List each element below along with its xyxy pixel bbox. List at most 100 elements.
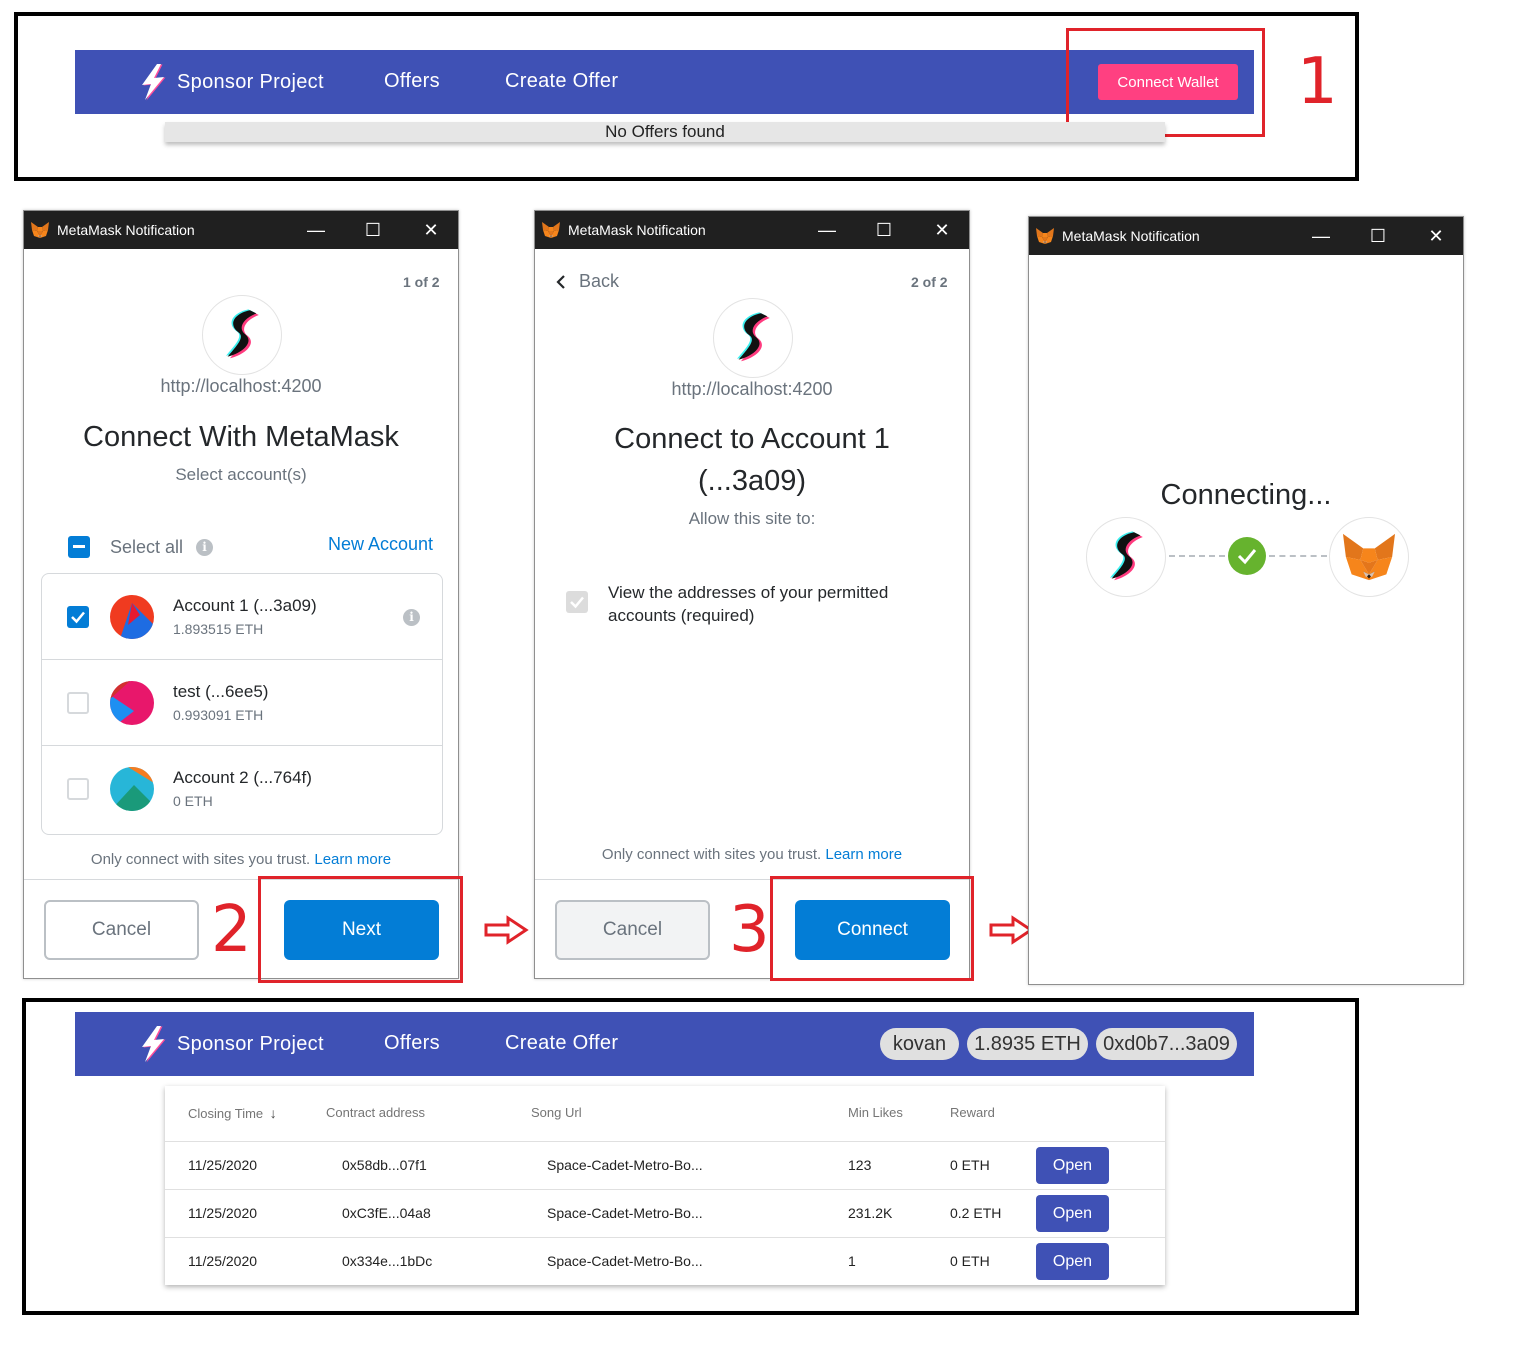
close-icon[interactable]: ✕ — [411, 211, 451, 249]
bolt-logo-icon — [137, 63, 169, 101]
metamask-logo — [1329, 517, 1409, 597]
account-avatar — [110, 595, 154, 639]
permission-line-1: View the addresses of your permitted — [608, 583, 889, 602]
account-info-icon[interactable]: i — [403, 609, 420, 626]
metamask-window-select-accounts: MetaMask Notification — ☐ ✕ 1 of 2 http:… — [23, 210, 459, 979]
account-balance: 0 ETH — [173, 793, 213, 809]
brand[interactable]: Sponsor Project — [137, 1025, 324, 1063]
account-checkbox[interactable] — [67, 606, 89, 628]
chevron-left-icon — [556, 274, 565, 289]
metamask-window-connecting: MetaMask Notification — ☐ ✕ Connecting..… — [1028, 216, 1464, 985]
cell-song-url: Space-Cadet-Metro-Bo... — [547, 1157, 703, 1173]
nav-create-offer[interactable]: Create Offer — [505, 1032, 618, 1055]
cell-min-likes: 1 — [848, 1253, 856, 1269]
column-header-contract-address[interactable]: Contract address — [326, 1105, 425, 1120]
cancel-button[interactable]: Cancel — [555, 900, 710, 960]
open-offer-button[interactable]: Open — [1036, 1243, 1109, 1280]
metamask-fox-icon — [1035, 227, 1055, 245]
account-name: test (...6ee5) — [173, 682, 269, 701]
minimize-icon[interactable]: — — [296, 211, 336, 249]
bolt-logo-icon — [137, 1025, 169, 1063]
minimize-icon[interactable]: — — [1301, 217, 1341, 255]
maximize-icon[interactable]: ☐ — [864, 211, 904, 249]
column-header-label: Closing Time — [188, 1106, 264, 1121]
connecting-heading: Connecting... — [1160, 479, 1332, 511]
open-offer-button[interactable]: Open — [1036, 1195, 1109, 1232]
step-1-number: 1 — [1297, 45, 1338, 119]
step-1-highlight — [1066, 28, 1265, 137]
cell-song-url: Space-Cadet-Metro-Bo... — [547, 1253, 703, 1269]
account-balance: 0.993091 ETH — [173, 707, 264, 723]
column-header-song-url[interactable]: Song Url — [531, 1105, 582, 1120]
column-header-closing-time[interactable]: Closing Time ↓ — [188, 1105, 277, 1121]
cell-closing-time: 11/25/2020 — [188, 1205, 258, 1221]
cell-closing-time: 11/25/2020 — [188, 1157, 258, 1173]
dialog-heading: Connect With MetaMask — [83, 421, 399, 453]
cell-contract-address: 0xC3fE...04a8 — [342, 1205, 431, 1221]
back-button[interactable]: Back — [555, 271, 619, 292]
site-logo — [713, 298, 793, 378]
permission-checkbox — [566, 591, 588, 613]
maximize-icon[interactable]: ☐ — [1358, 217, 1398, 255]
site-logo — [1086, 517, 1166, 597]
cell-min-likes: 123 — [848, 1157, 872, 1173]
cell-reward: 0 ETH — [950, 1157, 990, 1173]
column-header-reward[interactable]: Reward — [950, 1105, 995, 1120]
page-counter: 2 of 2 — [911, 274, 948, 290]
bolt-logo-icon — [729, 309, 777, 367]
site-origin: http://localhost:4200 — [160, 376, 322, 396]
open-offer-button[interactable]: Open — [1036, 1147, 1109, 1184]
window-title: MetaMask Notification — [57, 222, 195, 238]
brand[interactable]: Sponsor Project — [137, 63, 324, 101]
brand-label: Sponsor Project — [177, 1032, 324, 1055]
select-all-checkbox[interactable] — [68, 536, 90, 558]
metamask-fox-icon — [1340, 531, 1398, 583]
account-name: Account 2 (...764f) — [173, 768, 312, 787]
close-icon[interactable]: ✕ — [1416, 217, 1456, 255]
table-row: 11/25/2020 0x58db...07f1 Space-Cadet-Met… — [165, 1142, 1165, 1190]
trust-note-text: Only connect with sites you trust. — [90, 851, 311, 868]
cell-contract-address: 0x58db...07f1 — [342, 1157, 427, 1173]
close-icon[interactable]: ✕ — [922, 211, 962, 249]
sort-arrow-down-icon: ↓ — [269, 1105, 277, 1121]
cancel-button[interactable]: Cancel — [44, 900, 199, 960]
dialog-heading-line-2: (...3a09) — [698, 465, 806, 497]
trust-note-text: Only connect with sites you trust. — [601, 846, 822, 863]
select-all-label: Select all — [110, 537, 184, 557]
minimize-icon[interactable]: — — [807, 211, 847, 249]
check-icon — [570, 596, 584, 609]
step-3-highlight — [770, 876, 974, 981]
learn-more-link[interactable]: Learn more — [825, 846, 902, 863]
site-logo — [202, 295, 282, 375]
network-chip: kovan — [880, 1028, 959, 1060]
bolt-logo-icon — [1102, 528, 1150, 586]
account-checkbox[interactable] — [67, 692, 89, 714]
column-header-min-likes[interactable]: Min Likes — [848, 1105, 903, 1120]
metamask-fox-icon — [30, 221, 50, 239]
cell-reward: 0 ETH — [950, 1253, 990, 1269]
account-balance: 1.893515 ETH — [173, 621, 264, 637]
connection-line-right — [1269, 555, 1327, 557]
new-account-link[interactable]: New Account — [328, 534, 433, 555]
account-checkbox[interactable] — [67, 778, 89, 800]
account-row[interactable]: test (...6ee5) 0.993091 ETH — [42, 660, 442, 746]
account-avatar — [110, 767, 154, 811]
cell-min-likes: 231.2K — [848, 1205, 893, 1221]
learn-more-link[interactable]: Learn more — [314, 851, 391, 868]
cell-song-url: Space-Cadet-Metro-Bo... — [547, 1205, 703, 1221]
nav-offers[interactable]: Offers — [384, 70, 440, 93]
maximize-icon[interactable]: ☐ — [353, 211, 393, 249]
info-icon: i — [196, 539, 213, 556]
nav-offers[interactable]: Offers — [384, 1032, 440, 1055]
success-check-icon — [1228, 537, 1266, 575]
account-row[interactable]: Account 2 (...764f) 0 ETH — [42, 746, 442, 832]
nav-create-offer[interactable]: Create Offer — [505, 70, 618, 93]
account-row[interactable]: Account 1 (...3a09) 1.893515 ETH i — [42, 574, 442, 660]
window-titlebar: MetaMask Notification — ☐ ✕ — [535, 211, 969, 249]
table-row: 11/25/2020 0xC3fE...04a8 Space-Cadet-Met… — [165, 1190, 1165, 1238]
connection-line-left — [1169, 555, 1225, 557]
balance-chip: 1.8935 ETH — [967, 1028, 1088, 1060]
address-chip: 0xd0b7...3a09 — [1096, 1028, 1237, 1060]
site-origin: http://localhost:4200 — [671, 379, 833, 399]
step-2-highlight — [258, 876, 463, 983]
